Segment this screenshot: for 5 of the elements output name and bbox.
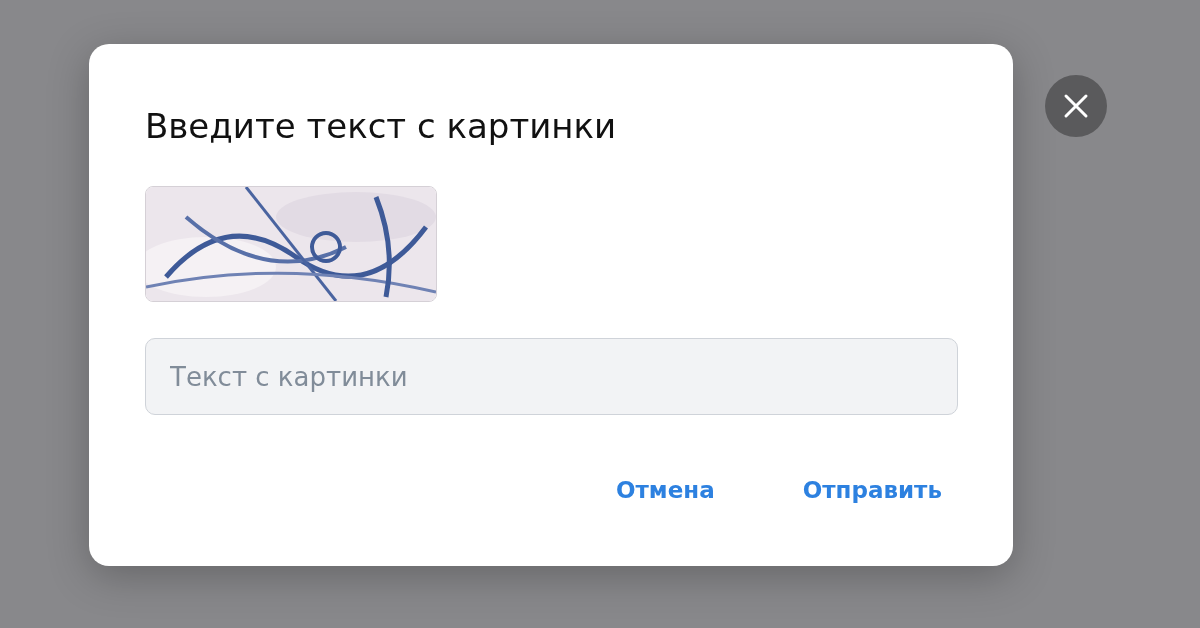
close-icon: [1063, 93, 1089, 119]
captcha-text-field[interactable]: Текст с картинки: [145, 338, 958, 415]
dialog-button[interactable]: Отправить: [786, 467, 958, 513]
dialog-title: Введите текст с картинки: [145, 105, 617, 148]
dialog-button[interactable]: Отмена: [600, 467, 731, 513]
